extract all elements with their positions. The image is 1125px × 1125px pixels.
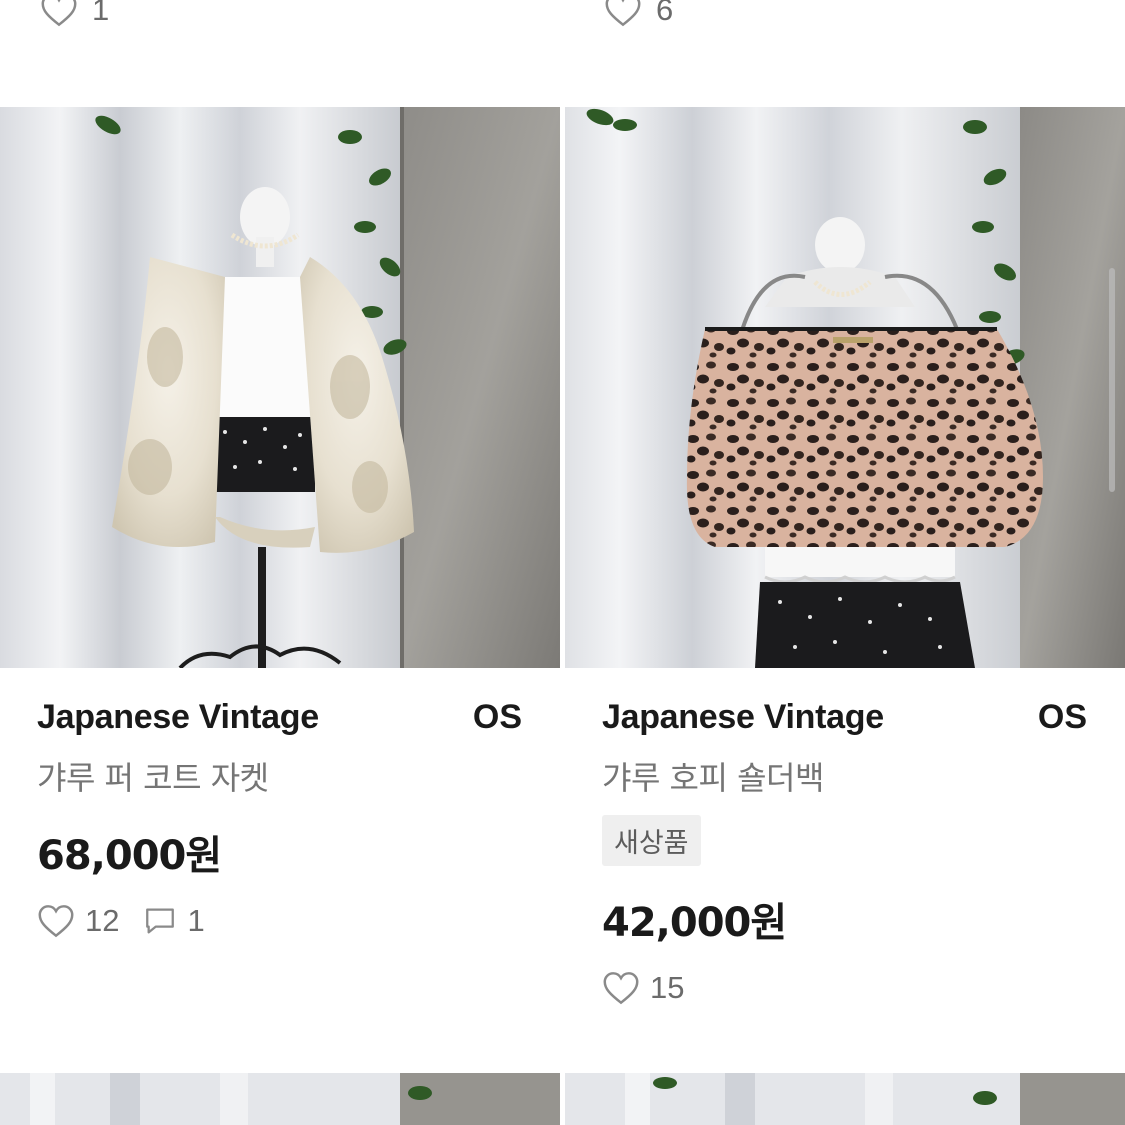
product-size: OS xyxy=(472,698,522,736)
product-brand: Japanese Vintage xyxy=(602,698,884,736)
heart-outline-icon[interactable] xyxy=(602,971,640,1005)
product-price: 68,000원 xyxy=(37,833,222,879)
heart-outline-icon[interactable] xyxy=(40,0,78,27)
prev-row-left-stats: 1 xyxy=(40,0,109,28)
comment-count: 1 xyxy=(187,903,205,938)
like-count: 12 xyxy=(85,903,120,938)
new-item-badge: 새상품 xyxy=(602,815,701,866)
product-photo[interactable] xyxy=(0,107,560,668)
like-count: 15 xyxy=(650,970,685,1005)
chat-bubble-icon xyxy=(146,908,175,934)
product-info: Japanese Vintage OS 갸루 호피 숄더백 새상품 42,000… xyxy=(565,698,1125,1006)
product-name: 갸루 호피 숄더백 xyxy=(602,759,824,797)
product-info: Japanese Vintage OS 갸루 퍼 코트 자켓 68,000원 1… xyxy=(0,698,560,939)
product-brand: Japanese Vintage xyxy=(37,698,319,736)
product-card[interactable]: Japanese Vintage OS 갸루 퍼 코트 자켓 68,000원 1… xyxy=(0,107,560,939)
product-stats: 15 xyxy=(602,970,1087,1006)
product-photo[interactable] xyxy=(565,107,1125,668)
heart-outline-icon[interactable] xyxy=(604,0,642,27)
product-size: OS xyxy=(1037,698,1087,736)
product-name: 갸루 퍼 코트 자켓 xyxy=(37,759,269,797)
product-stats: 12 1 xyxy=(37,903,522,939)
product-price: 42,000원 xyxy=(602,900,787,946)
scrollbar[interactable] xyxy=(1109,268,1115,492)
product-card[interactable]: Japanese Vintage OS 갸루 호피 숄더백 새상품 42,000… xyxy=(565,107,1125,1006)
next-product-photo[interactable] xyxy=(565,1073,1125,1125)
like-count: 1 xyxy=(92,0,110,27)
like-count: 6 xyxy=(656,0,674,27)
prev-row-right-stats: 6 xyxy=(604,0,673,28)
heart-outline-icon[interactable] xyxy=(37,904,75,938)
next-product-photo[interactable] xyxy=(0,1073,560,1125)
